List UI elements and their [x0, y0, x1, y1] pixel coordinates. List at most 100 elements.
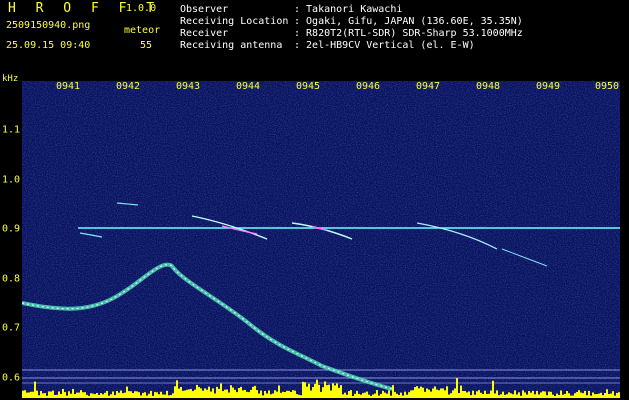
strength-bar: [484, 390, 486, 398]
strength-bar: [90, 393, 92, 398]
time-label: 0942: [115, 81, 141, 92]
strength-bar: [278, 385, 280, 398]
strength-bar: [328, 384, 330, 398]
strength-bar: [88, 395, 90, 398]
strength-bar: [174, 386, 176, 398]
info-value: : Takanori Kawachi: [294, 4, 403, 15]
strength-bar: [302, 381, 304, 398]
strength-bar: [190, 389, 192, 398]
strength-bar: [260, 390, 262, 398]
strength-bar: [410, 390, 412, 398]
strength-bar: [232, 387, 234, 398]
strength-bar: [36, 390, 38, 398]
freq-label: 0.6: [2, 372, 21, 384]
strength-bar: [596, 394, 598, 398]
strength-bar: [412, 390, 414, 398]
strength-bar: [252, 386, 254, 398]
strength-bar: [166, 390, 168, 398]
strength-bar: [320, 391, 322, 398]
strength-bar: [524, 392, 526, 398]
strength-bar: [402, 395, 404, 398]
info-receiver: Receiver: R820T2(RTL-SDR) SDR-Sharp 53.1…: [180, 29, 523, 39]
strength-bar: [240, 386, 242, 398]
strength-bar: [310, 390, 312, 398]
strength-bar: [360, 394, 362, 398]
strength-bar: [508, 392, 510, 398]
strength-bar: [578, 390, 580, 398]
strength-bar: [452, 390, 454, 398]
time-label: 0943: [175, 81, 201, 92]
strength-bar: [344, 392, 346, 398]
strength-bar: [582, 393, 584, 398]
strength-bar: [332, 383, 334, 398]
strength-bar: [230, 385, 232, 398]
strength-bar: [198, 387, 200, 398]
strength-bar: [40, 391, 42, 398]
strength-bar: [342, 394, 344, 398]
strength-bar: [564, 393, 566, 398]
strength-bar: [74, 394, 76, 398]
strength-bar: [104, 392, 106, 398]
strength-bar: [70, 393, 72, 398]
strength-bar: [408, 392, 410, 398]
strength-bar: [324, 381, 326, 398]
strength-bar: [170, 395, 172, 398]
strength-bar: [176, 380, 178, 398]
strength-bar: [532, 390, 534, 398]
info-observer: Observer: Takanori Kawachi: [180, 5, 402, 15]
strength-bar: [472, 390, 474, 398]
strength-bar: [268, 390, 270, 398]
strength-bar: [142, 392, 144, 398]
strength-bar: [306, 386, 308, 398]
strength-bar: [436, 389, 438, 398]
strength-bar: [568, 393, 570, 398]
app-version: 1.0.0: [126, 3, 157, 14]
strength-bar: [138, 392, 140, 398]
strength-bar: [394, 391, 396, 398]
strength-bar: [424, 391, 426, 398]
info-value: : Ogaki, Gifu, JAPAN (136.60E, 35.35N): [294, 16, 523, 27]
strength-bar: [330, 390, 332, 398]
strength-bar: [182, 390, 184, 398]
strength-bar: [384, 392, 386, 398]
strength-bar: [516, 394, 518, 398]
strength-bar: [580, 392, 582, 398]
strength-bar: [54, 394, 56, 398]
strength-bar: [432, 388, 434, 398]
strength-bar: [128, 391, 130, 398]
noise-speckle-layer: [22, 81, 620, 398]
strength-bar: [546, 395, 548, 398]
strength-bar: [236, 392, 238, 398]
strength-bar: [76, 392, 78, 398]
strength-bar: [124, 392, 126, 398]
strength-bar: [204, 388, 206, 398]
strength-bar: [322, 387, 324, 398]
strength-bar: [210, 391, 212, 398]
strength-bar: [300, 395, 302, 398]
spectrogram-svg: [22, 81, 620, 398]
strength-bar: [188, 389, 190, 398]
strength-bar: [196, 384, 198, 398]
strength-bar: [362, 393, 364, 398]
strength-bar: [270, 394, 272, 398]
strength-bar: [378, 395, 380, 398]
strength-bar: [478, 390, 480, 398]
strength-bar: [262, 395, 264, 398]
strength-bar: [280, 392, 282, 398]
strength-bar: [78, 392, 80, 398]
strength-bar: [352, 395, 354, 398]
strength-bar: [494, 393, 496, 398]
strength-bar: [140, 395, 142, 398]
strength-bar: [430, 391, 432, 398]
strength-bar: [502, 391, 504, 398]
strength-bar: [348, 391, 350, 398]
strength-bar: [84, 392, 86, 398]
strength-bar: [304, 382, 306, 398]
strength-bar: [390, 395, 392, 398]
strength-bar: [616, 392, 618, 398]
time-label: 0947: [415, 81, 441, 92]
strength-bar: [376, 390, 378, 398]
strength-bar: [228, 392, 230, 398]
strength-bar: [566, 390, 568, 398]
strength-bar: [336, 383, 338, 398]
